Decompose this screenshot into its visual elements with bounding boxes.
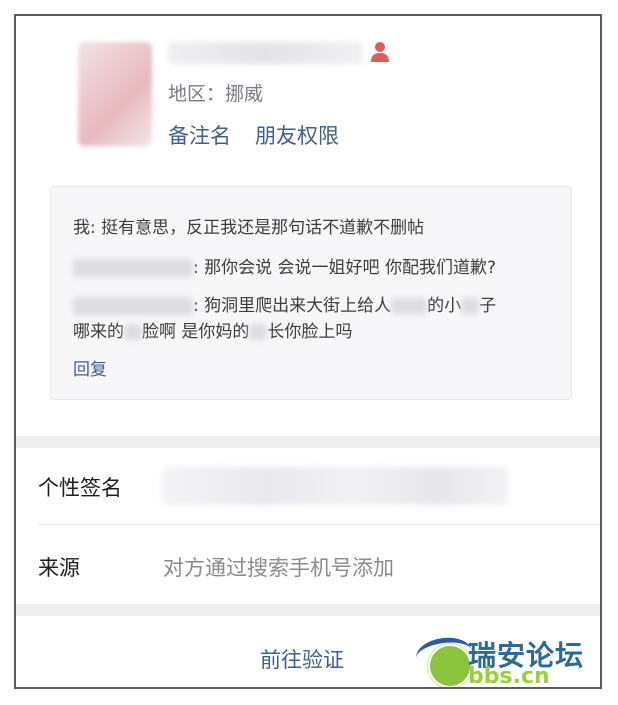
watermark-sub: bbs.cn <box>468 664 550 689</box>
avatar[interactable] <box>78 42 152 146</box>
word-redacted <box>249 324 268 340</box>
source-label: 来源 <box>38 556 80 580</box>
reply-link[interactable]: 回复 <box>73 355 107 380</box>
source-value: 对方通过搜索手机号添加 <box>163 556 394 580</box>
watermark-logo-icon <box>428 644 472 687</box>
profile-frame: 地区：挪威 备注名 朋友权限 我: 挺有意思，反正我还是那句话不道歉不删帖 : … <box>14 14 602 689</box>
comment-text: 子 <box>479 296 497 316</box>
commenter-name-redacted <box>73 259 193 277</box>
comment-line-1: 我: 挺有意思，反正我还是那句话不道歉不删帖 <box>73 218 425 238</box>
comment-line-3: : 狗洞里爬出来大街上给人 的小子 <box>73 291 496 316</box>
word-redacted <box>461 298 480 314</box>
forum-watermark: 瑞安论坛 bbs.cn <box>406 628 600 689</box>
region-label: 地区：挪威 <box>168 83 264 105</box>
comment-text: 脸啊 是你妈的 <box>142 322 250 342</box>
friend-permission-button[interactable]: 朋友权限 <box>255 120 339 150</box>
comment-line-4: 哪来的 脸啊 是你妈的 长你脸上吗 <box>73 317 352 342</box>
comment-text: 的小 <box>427 296 462 316</box>
remark-name-button[interactable]: 备注名 <box>168 120 231 150</box>
row-divider <box>38 524 600 525</box>
comment-text: 长你脸上吗 <box>267 322 353 342</box>
comment-text: : 那你会说 会说一姐好吧 你配我们道歉? <box>193 258 496 278</box>
moment-comments-card: 我: 挺有意思，反正我还是那句话不道歉不删帖 : 那你会说 会说一姐好吧 你配我… <box>50 186 572 400</box>
comment-line-2: : 那你会说 会说一姐好吧 你配我们道歉? <box>73 253 496 278</box>
comment-text: 哪来的 <box>73 322 124 342</box>
signature-label: 个性签名 <box>38 476 122 500</box>
profile-actions: 备注名 朋友权限 <box>168 120 339 150</box>
verify-button[interactable]: 前往验证 <box>260 644 344 674</box>
section-divider <box>16 604 600 616</box>
person-icon <box>371 42 389 62</box>
section-divider <box>16 436 600 448</box>
word-redacted <box>391 298 428 314</box>
word-redacted <box>124 324 142 340</box>
comment-text: : 狗洞里爬出来大街上给人 <box>193 296 392 316</box>
commenter-name-redacted <box>73 297 193 315</box>
signature-redacted <box>162 467 508 505</box>
nickname-redacted <box>168 42 363 64</box>
